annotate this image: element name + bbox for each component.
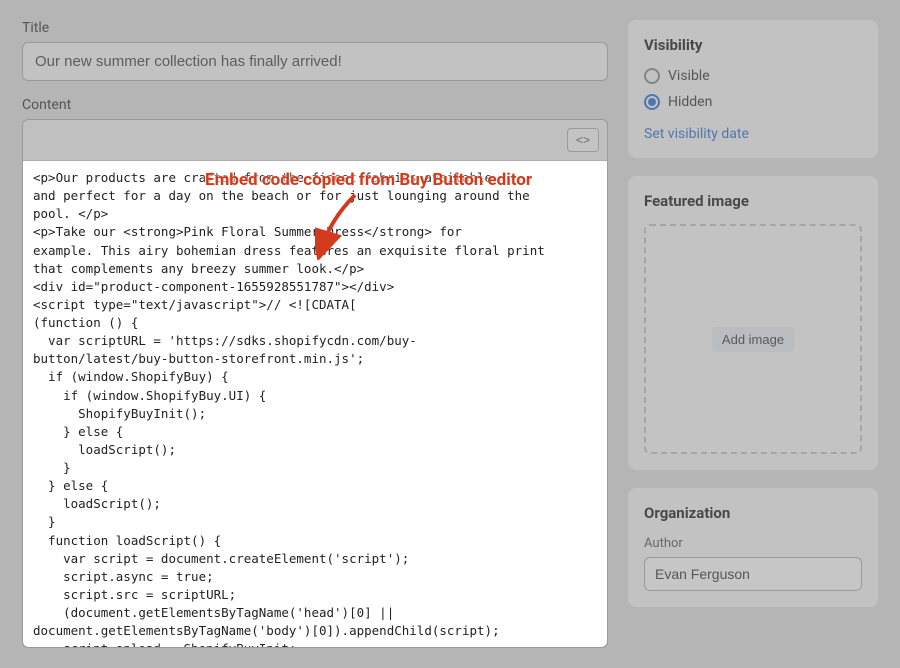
visibility-heading: Visibility bbox=[644, 36, 862, 54]
author-input[interactable] bbox=[644, 557, 862, 591]
code-textarea[interactable]: <p>Our products are crafted from the fin… bbox=[23, 161, 607, 647]
author-label: Author bbox=[644, 536, 862, 551]
radio-icon bbox=[644, 68, 660, 84]
visibility-option-hidden[interactable]: Hidden bbox=[644, 94, 862, 110]
organization-card: Organization Author bbox=[628, 488, 878, 607]
main-column: Title Content <> <p>Our products are cra… bbox=[22, 20, 608, 648]
featured-image-dropzone[interactable]: Add image bbox=[644, 224, 862, 454]
content-toolbar: <> bbox=[23, 120, 607, 161]
organization-heading: Organization bbox=[644, 504, 862, 522]
radio-icon bbox=[644, 94, 660, 110]
visibility-option-label: Visible bbox=[668, 68, 710, 84]
featured-image-heading: Featured image bbox=[644, 192, 862, 210]
code-view-toggle[interactable]: <> bbox=[567, 128, 599, 152]
visibility-card: Visibility Visible Hidden Set visibility… bbox=[628, 20, 878, 158]
visibility-option-label: Hidden bbox=[668, 94, 712, 110]
side-column: Visibility Visible Hidden Set visibility… bbox=[628, 20, 878, 648]
content-editor: <> <p>Our products are crafted from the … bbox=[22, 119, 608, 648]
set-visibility-date-link[interactable]: Set visibility date bbox=[644, 126, 749, 142]
page-layout: Title Content <> <p>Our products are cra… bbox=[0, 0, 900, 668]
featured-image-card: Featured image Add image bbox=[628, 176, 878, 470]
add-image-button[interactable]: Add image bbox=[712, 327, 794, 352]
content-label: Content bbox=[22, 97, 608, 113]
title-input[interactable] bbox=[22, 42, 608, 81]
visibility-option-visible[interactable]: Visible bbox=[644, 68, 862, 84]
title-label: Title bbox=[22, 20, 608, 36]
